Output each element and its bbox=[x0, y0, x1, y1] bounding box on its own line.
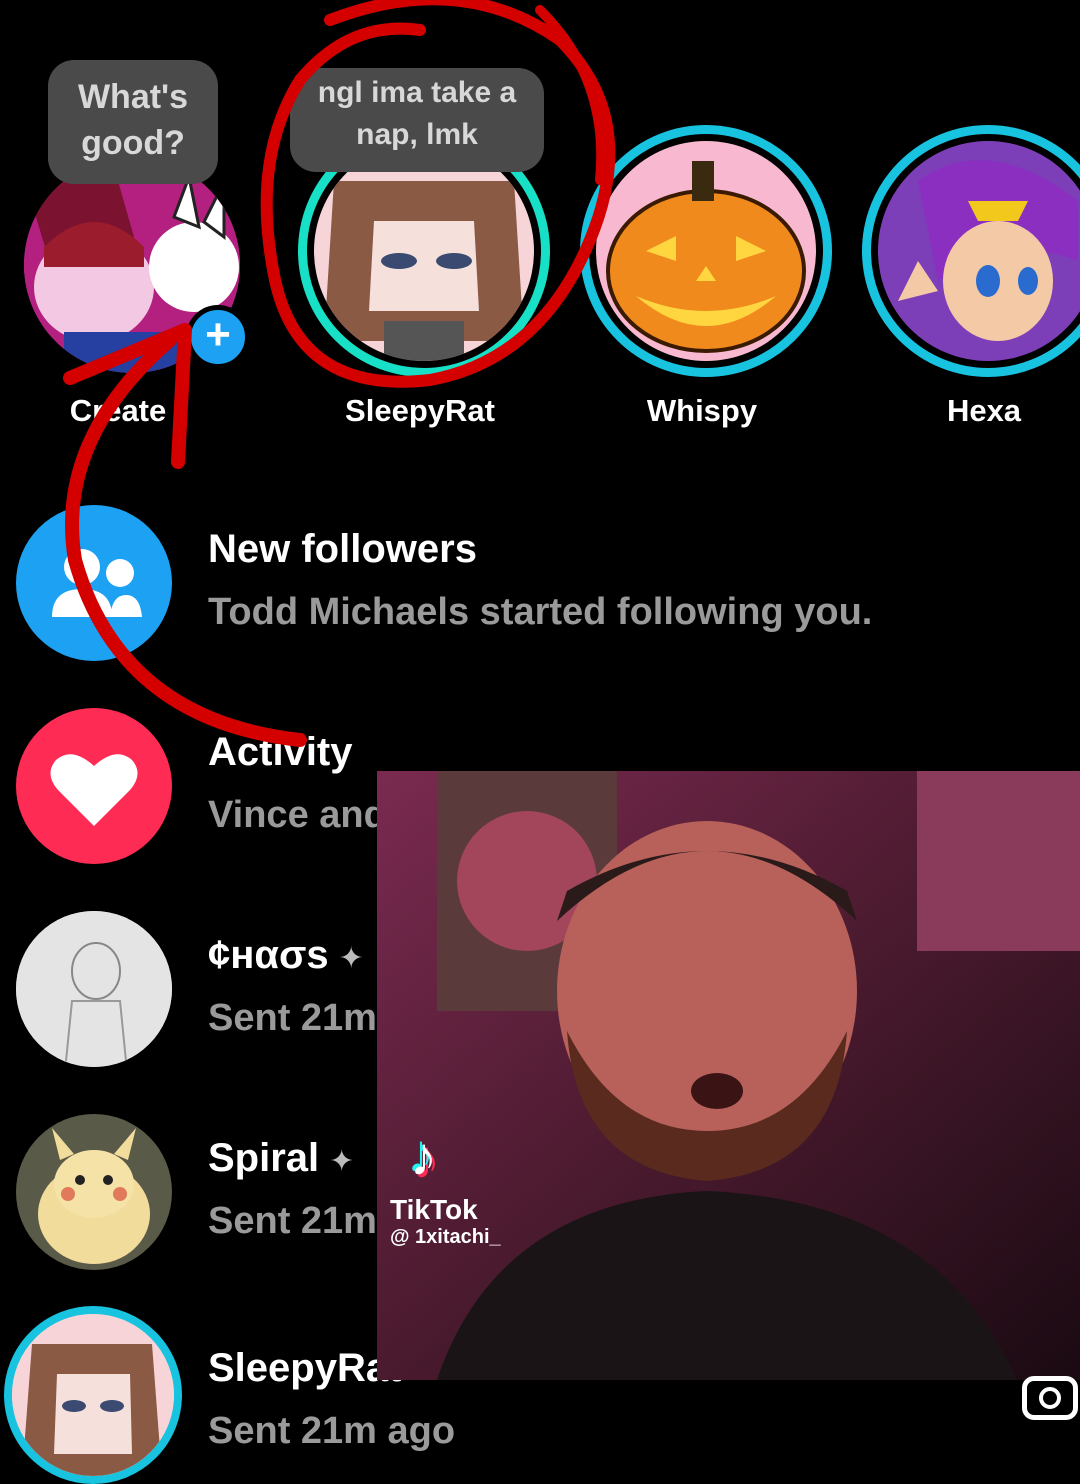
row-title: Spiral ✦ bbox=[208, 1136, 355, 1180]
heart-icon bbox=[16, 708, 172, 864]
row-subtitle: Todd Michaels started following you. bbox=[208, 591, 873, 633]
tiktok-watermark: ♪ TikTok @ 1xitachi_ bbox=[390, 1130, 501, 1249]
story-name: Hexa bbox=[946, 393, 1022, 428]
sleepyrat-avatar bbox=[4, 1306, 182, 1484]
plus-icon[interactable]: + bbox=[186, 305, 250, 369]
tiktok-brand: TikTok bbox=[390, 1194, 478, 1225]
story-name: Whispy bbox=[646, 393, 758, 428]
tiktok-logo-icon: ♪ bbox=[410, 1127, 437, 1187]
tiktok-handle: @ 1xitachi_ bbox=[390, 1226, 501, 1248]
people-icon bbox=[16, 505, 172, 661]
story-hexa[interactable]: Hexa bbox=[834, 125, 1080, 445]
story-whispy[interactable]: Whispy bbox=[552, 125, 832, 445]
camera-icon[interactable] bbox=[1022, 1376, 1078, 1420]
chaos-avatar bbox=[16, 911, 172, 1067]
row-subtitle: Vince and bbox=[208, 794, 387, 836]
row-subtitle: Sent 21m ago bbox=[208, 1410, 456, 1452]
row-title: New followers bbox=[208, 527, 477, 571]
spiral-avatar bbox=[16, 1114, 172, 1270]
status-bubble: ngl ima take a nap, lmk bbox=[290, 68, 544, 172]
row-subtitle: Sent 21m bbox=[208, 1200, 377, 1242]
pin-icon: ✦ bbox=[329, 1145, 355, 1178]
row-title: Activity bbox=[208, 730, 353, 774]
pin-icon: ✦ bbox=[338, 942, 364, 975]
status-bubble: What's good? bbox=[48, 60, 218, 184]
story-sleepyrat[interactable]: SleepyRat bbox=[270, 125, 550, 445]
sleepyrat-avatar bbox=[314, 141, 534, 361]
story-name: SleepyRat bbox=[345, 393, 495, 428]
reaction-video bbox=[377, 771, 1080, 1380]
row-subtitle: Sent 21m bbox=[208, 997, 377, 1039]
row-title: SleepyRat bbox=[208, 1346, 402, 1390]
whispy-avatar bbox=[596, 141, 816, 361]
list-item-new-followers[interactable]: New followers Todd Michaels started foll… bbox=[0, 505, 1080, 675]
story-name: Create bbox=[69, 393, 167, 428]
row-title: ¢нασѕ ✦ bbox=[208, 933, 364, 977]
